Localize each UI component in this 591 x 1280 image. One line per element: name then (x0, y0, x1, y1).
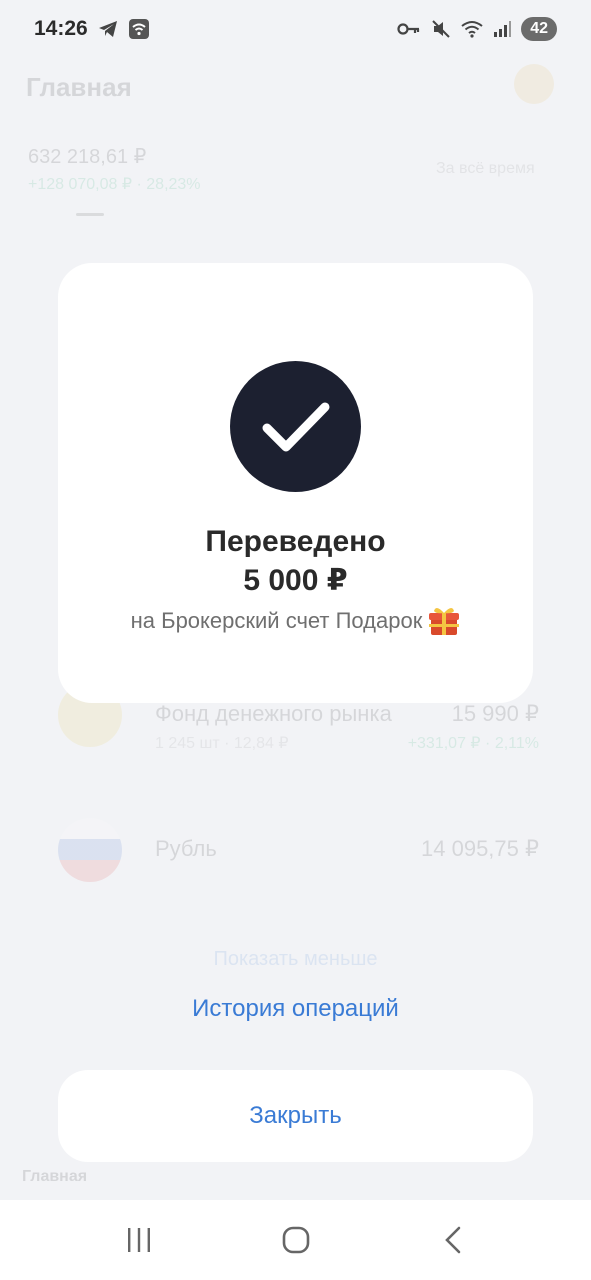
back-icon[interactable] (423, 1210, 483, 1270)
gift-icon (514, 64, 554, 104)
russia-flag-icon (58, 818, 122, 882)
destination-text: на Брокерский счет Подарок (130, 608, 423, 633)
status-bar-left: 14:26 (34, 17, 150, 41)
asset-row: Рубль 14 095,75 ₽ (0, 818, 591, 898)
battery-indicator: 42 (521, 17, 557, 41)
wifi-box-icon (128, 18, 150, 40)
show-less-link: Показать меньше (213, 948, 378, 970)
recent-apps-icon[interactable] (109, 1210, 169, 1270)
asset-sub: 1 245 шт · 12,84 ₽ (155, 735, 289, 752)
home-icon[interactable] (266, 1210, 326, 1270)
asset-gain: +331,07 ₽ · 2,11% (407, 735, 539, 752)
asset-name: Рубль (155, 836, 217, 861)
transfer-destination: на Брокерский счет Подарок (58, 606, 533, 636)
transfer-amount: 5 000 ₽ (243, 564, 348, 597)
portfolio-total: 632 218,61 ₽ (28, 146, 147, 168)
telegram-icon (98, 20, 118, 38)
key-icon (397, 22, 421, 36)
success-card: Переведено 5 000 ₽ на Брокерский счет По… (58, 263, 533, 703)
portfolio-profit: +128 070,08 ₽ · 28,23% (28, 176, 201, 193)
asset-name: Фонд денежного рынка (155, 701, 392, 726)
period-selector: За всё время (436, 160, 535, 177)
success-badge (230, 361, 361, 492)
checkmark-icon (262, 402, 329, 451)
mute-icon (431, 19, 451, 39)
operations-history-link[interactable]: История операций (0, 995, 591, 1023)
tab-underline (76, 213, 104, 216)
status-bar: 14:26 42 (0, 0, 591, 58)
tab-home: Главная (22, 1168, 88, 1185)
wifi-icon (461, 20, 483, 38)
system-nav-bar (0, 1200, 591, 1280)
close-button[interactable]: Закрыть (58, 1070, 533, 1162)
gift-icon (428, 606, 460, 636)
asset-value: 15 990 ₽ (451, 701, 539, 726)
signal-icon (493, 20, 512, 38)
status-time: 14:26 (34, 17, 88, 40)
page-title: Главная (26, 72, 132, 102)
success-title: Переведено (205, 525, 386, 558)
asset-value: 14 095,75 ₽ (421, 836, 539, 861)
status-bar-right: 42 (397, 17, 557, 41)
